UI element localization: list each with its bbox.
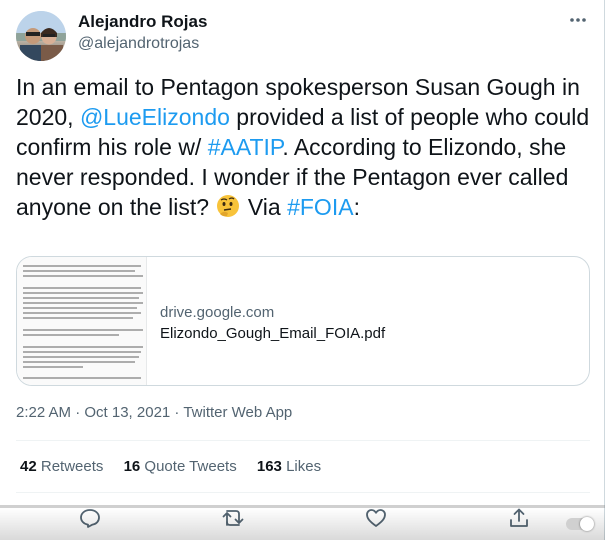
quote-tweets-label: Quote Tweets	[144, 458, 237, 475]
author-name[interactable]: Alejandro Rojas	[78, 12, 207, 32]
retweets-stat[interactable]: 42 Retweets	[20, 458, 103, 475]
engagement-stats: 42 Retweets 16 Quote Tweets 163 Likes	[20, 458, 337, 475]
toggle-knob	[580, 517, 594, 531]
tweet-text: In an email to Pentagon spokesperson Sus…	[16, 72, 591, 226]
likes-label: Likes	[286, 458, 322, 475]
hashtag-link-aatip[interactable]: #AATIP	[208, 134, 283, 160]
link-preview-card[interactable]: drive.google.com Elizondo_Gough_Email_FO…	[16, 256, 590, 386]
link-title: Elizondo_Gough_Email_FOIA.pdf	[160, 325, 386, 342]
thinking-face-emoji	[215, 193, 241, 226]
video-progress-track[interactable]	[0, 505, 605, 508]
avatar-photo	[16, 11, 66, 61]
heart-icon[interactable]	[364, 506, 388, 530]
divider	[16, 440, 590, 441]
more-horizontal-icon[interactable]	[566, 10, 590, 30]
author-handle[interactable]: @alejandrotrojas	[78, 35, 199, 53]
divider	[16, 492, 590, 493]
quote-tweets-stat[interactable]: 16 Quote Tweets	[124, 458, 237, 475]
tweet-text-part: :	[353, 194, 360, 220]
likes-stat[interactable]: 163 Likes	[257, 458, 321, 475]
retweets-label: Retweets	[40, 458, 104, 475]
avatar[interactable]	[16, 11, 66, 61]
document-thumbnail	[17, 257, 147, 385]
link-domain: drive.google.com	[160, 304, 275, 321]
retweets-count: 42	[20, 458, 37, 475]
share-icon[interactable]	[507, 506, 531, 530]
quote-tweets-count: 16	[123, 458, 141, 475]
mention-link[interactable]: @LueElizondo	[80, 104, 230, 130]
reply-icon[interactable]	[78, 506, 102, 530]
tweet-text-part: Via	[241, 194, 288, 220]
autoplay-toggle[interactable]	[566, 517, 594, 531]
hashtag-link-foia[interactable]: #FOIA	[287, 194, 353, 220]
tweet-card: Alejandro Rojas @alejandrotrojas In an e…	[0, 0, 605, 540]
retweet-icon[interactable]	[221, 506, 245, 530]
tweet-timestamp[interactable]: 2:22 AM · Oct 13, 2021 · Twitter Web App	[16, 404, 292, 421]
likes-count: 163	[256, 458, 282, 475]
